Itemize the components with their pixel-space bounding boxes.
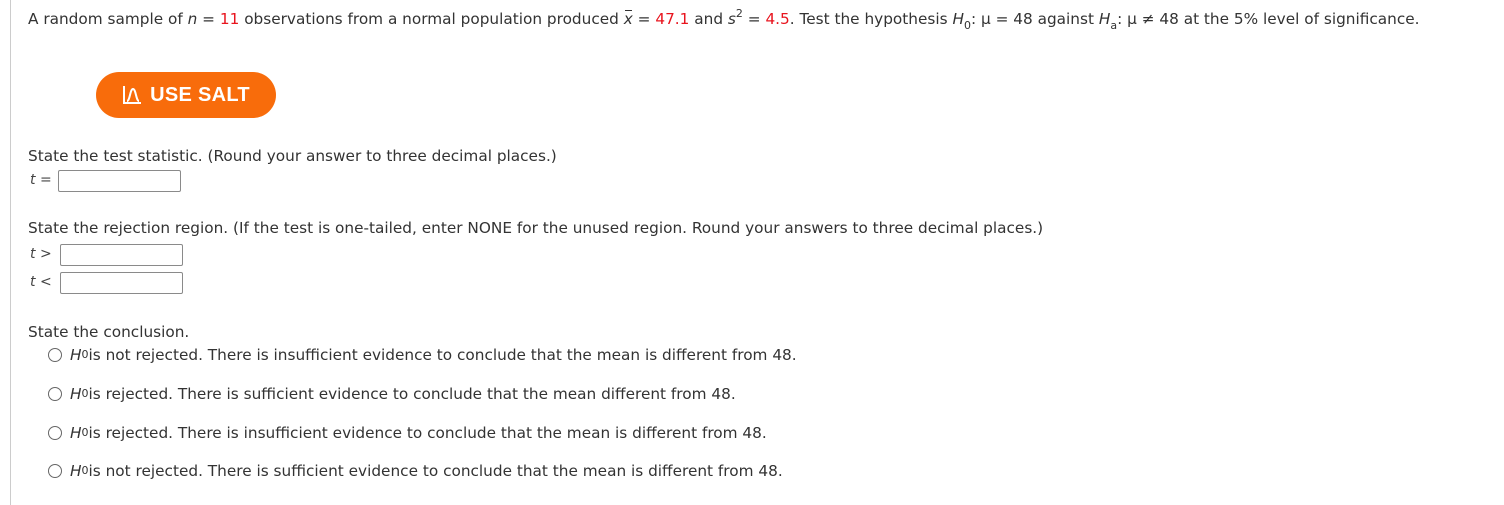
s-variable: s <box>727 10 736 28</box>
equals-sign: = <box>742 10 766 28</box>
null-hypothesis-text: : μ = 48 against <box>970 10 1099 28</box>
conclusion-option[interactable]: H0 is not rejected. There is sufficient … <box>48 462 783 480</box>
equals-sign: = <box>197 10 220 28</box>
left-border-rule <box>10 0 11 505</box>
option-text: is rejected. There is insufficient evide… <box>88 424 767 442</box>
h0-variable: H <box>70 424 82 442</box>
option-text: is not rejected. There is insufficient e… <box>88 346 797 364</box>
lower-rejection-input[interactable] <box>60 272 183 294</box>
test-statistic-label: t = <box>30 172 52 188</box>
h0-variable: H <box>952 10 964 28</box>
problem-text: . Test the hypothesis <box>789 10 953 28</box>
problem-text: and <box>689 10 728 28</box>
salt-distribution-icon <box>122 85 142 105</box>
h0-subscript: 0 <box>963 19 971 32</box>
problem-statement: A random sample of n = 11 observations f… <box>28 7 1420 32</box>
radio-button[interactable] <box>48 387 62 401</box>
option-text: is not rejected. There is sufficient evi… <box>88 462 783 480</box>
n-variable: n <box>187 10 198 28</box>
h0-variable: H <box>70 385 82 403</box>
upper-rejection-input[interactable] <box>60 244 183 266</box>
s-exponent: 2 <box>735 7 743 20</box>
greater-than-operator: > <box>35 246 52 262</box>
test-statistic-input[interactable] <box>58 170 181 192</box>
use-salt-label: USE SALT <box>150 83 250 106</box>
radio-button[interactable] <box>48 464 62 478</box>
sample-mean-value: 47.1 <box>655 10 690 28</box>
radio-button[interactable] <box>48 348 62 362</box>
use-salt-button[interactable]: USE SALT <box>96 72 276 118</box>
equals-operator: = <box>35 172 52 188</box>
sample-size-value: 11 <box>219 10 240 28</box>
option-text: is rejected. There is sufficient evidenc… <box>88 385 736 403</box>
conclusion-option[interactable]: H0 is not rejected. There is insufficien… <box>48 346 797 364</box>
conclusion-option[interactable]: H0 is rejected. There is insufficient ev… <box>48 424 767 442</box>
ha-variable: H <box>1098 10 1111 28</box>
h0-variable: H <box>70 462 82 480</box>
alternative-hypothesis-text: : μ ≠ 48 at the 5% level of significance… <box>1117 10 1420 28</box>
less-than-operator: < <box>35 274 52 290</box>
problem-text: observations from a normal population pr… <box>239 10 624 28</box>
xbar-variable: x <box>623 10 633 28</box>
conclusion-option[interactable]: H0 is rejected. There is sufficient evid… <box>48 385 736 403</box>
upper-rejection-label: t > <box>30 246 52 262</box>
sample-variance-value: 4.5 <box>765 10 790 28</box>
h0-variable: H <box>70 346 82 364</box>
radio-button[interactable] <box>48 426 62 440</box>
equals-sign: = <box>632 10 656 28</box>
test-statistic-prompt: State the test statistic. (Round your an… <box>28 147 557 165</box>
lower-rejection-label: t < <box>30 274 52 290</box>
problem-text: A random sample of <box>28 10 188 28</box>
rejection-region-prompt: State the rejection region. (If the test… <box>28 219 1044 237</box>
conclusion-prompt: State the conclusion. <box>28 323 190 341</box>
